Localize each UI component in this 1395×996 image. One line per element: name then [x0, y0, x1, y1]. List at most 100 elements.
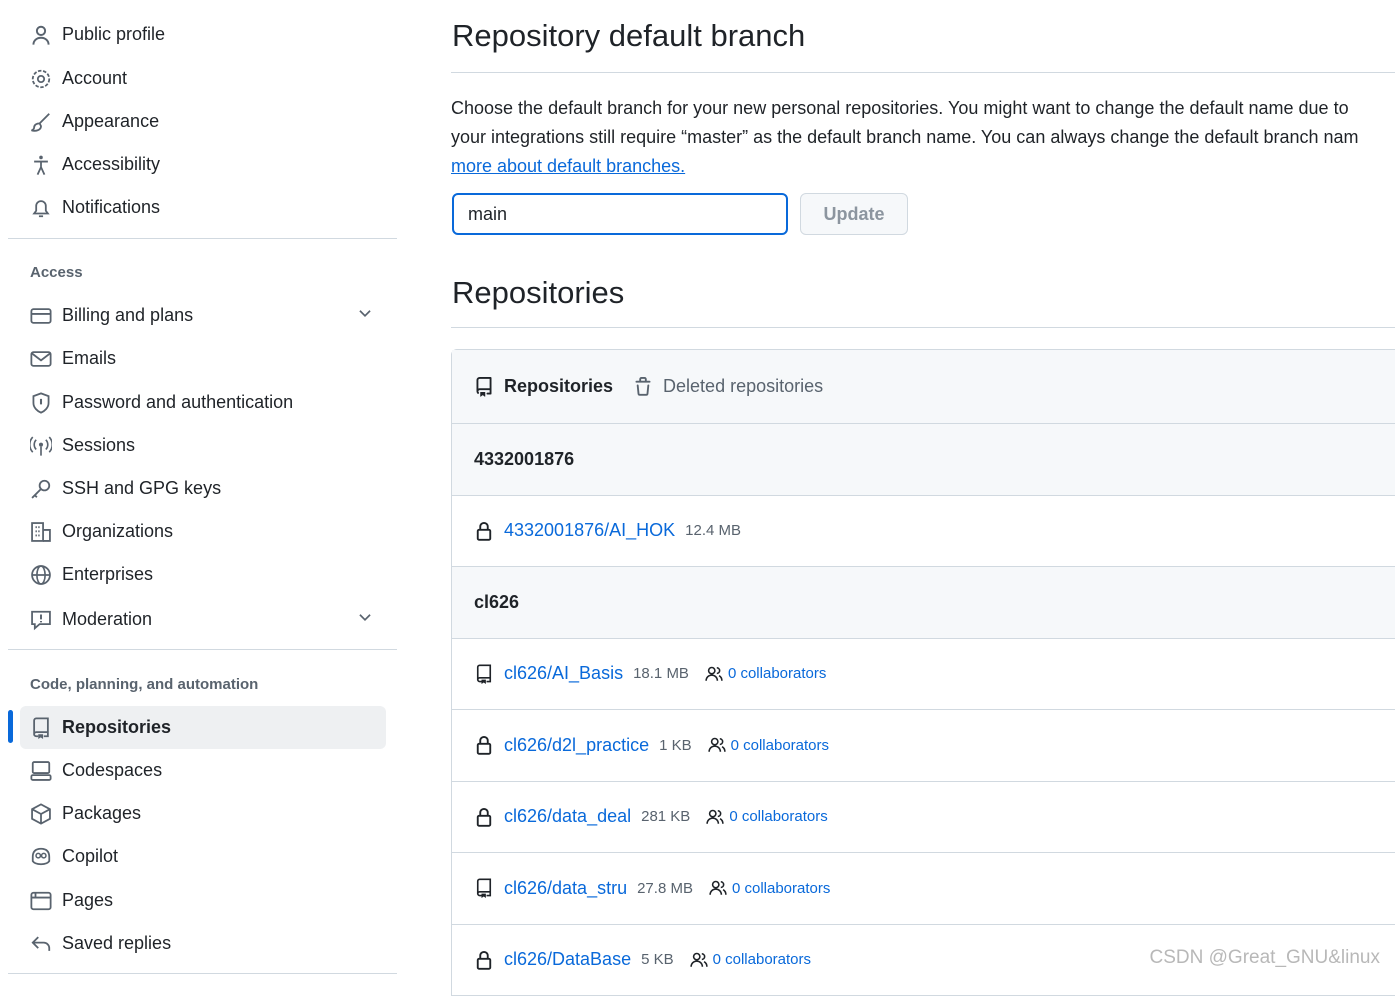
owner-name: cl626 — [474, 591, 520, 612]
description-line: your integrations still require “master”… — [451, 127, 1359, 147]
key-icon — [30, 478, 52, 500]
repository-row: cl626/data_stru 27.8 MB 0 collaborators — [452, 852, 1395, 924]
sidebar-item-label: Password and authentication — [62, 392, 294, 412]
watermark: CSDN @Great_GNU&linux — [1149, 947, 1380, 968]
collaborators-link[interactable]: 0 collaborators — [708, 879, 830, 897]
sidebar-item-password-and-authentication[interactable]: Password and authentication — [20, 381, 386, 424]
sidebar-item-billing-and-plans[interactable]: Billing and plans — [20, 294, 386, 337]
sidebar-item-saved-replies[interactable]: Saved replies — [20, 922, 386, 965]
owner-group-header: cl626 — [452, 566, 1395, 638]
sidebar-item-notifications[interactable]: Notifications — [20, 186, 386, 229]
repository-size: 27.8 MB — [637, 879, 693, 897]
repositories-box: Repositories Deleted repositories 433200… — [451, 349, 1395, 996]
default-branches-link[interactable]: more about default branches. — [451, 156, 685, 176]
default-branch-description: Choose the default branch for your new p… — [451, 94, 1359, 181]
broadcast-icon — [30, 435, 52, 457]
organization-icon — [30, 521, 52, 543]
shield-icon — [30, 391, 52, 414]
section-heading-code: Code, planning, and automation — [30, 676, 259, 693]
divider — [8, 649, 397, 650]
sidebar-item-label: Public profile — [62, 24, 166, 44]
chevron-down-icon[interactable] — [356, 608, 374, 631]
repositories-tabs: Repositories Deleted repositories — [452, 350, 1395, 423]
sidebar-item-label: Copilot — [62, 846, 119, 866]
sidebar-item-label: Enterprises — [62, 564, 154, 584]
repo-icon — [30, 716, 52, 739]
repository-size: 12.4 MB — [685, 522, 742, 540]
trash-icon — [635, 376, 651, 396]
sidebar-item-ssh-and-gpg-keys[interactable]: SSH and GPG keys — [20, 467, 386, 510]
accessibility-icon — [30, 154, 52, 176]
copilot-icon — [30, 846, 52, 868]
tab-deleted-repositories[interactable]: Deleted repositories — [633, 376, 823, 398]
person-icon — [30, 24, 52, 46]
sidebar-item-label: Pages — [62, 890, 114, 910]
people-icon — [709, 880, 727, 896]
lock-icon — [476, 807, 492, 827]
sidebar-item-label: Repositories — [62, 717, 172, 737]
sidebar-item-public-profile[interactable]: Public profile — [20, 13, 386, 56]
repository-link[interactable]: cl626/DataBase — [504, 949, 631, 970]
sidebar-item-codespaces[interactable]: Codespaces — [20, 749, 386, 792]
collaborators-count: 0 collaborators — [730, 736, 830, 754]
sidebar-item-label: Moderation — [62, 609, 153, 629]
repository-link[interactable]: cl626/d2l_practice — [504, 735, 649, 756]
description-line: Choose the default branch for your new p… — [451, 98, 1349, 118]
repository-size: 18.1 MB — [633, 665, 689, 683]
tab-repositories[interactable]: Repositories — [474, 376, 613, 398]
repository-row: 4332001876/AI_HOK 12.4 MB — [452, 494, 1395, 567]
package-icon — [30, 802, 52, 825]
people-icon — [689, 952, 708, 967]
page-title: Repository default branch — [452, 18, 806, 53]
sidebar-item-enterprises[interactable]: Enterprises — [20, 553, 386, 596]
sidebar-item-sessions[interactable]: Sessions — [20, 424, 386, 467]
lock-icon — [476, 521, 492, 541]
sidebar-item-account[interactable]: Account — [20, 57, 386, 100]
people-icon — [705, 666, 723, 681]
lock-icon — [476, 736, 492, 755]
repository-size: 281 KB — [641, 808, 691, 826]
repo-icon — [476, 878, 492, 899]
sidebar-item-packages[interactable]: Packages — [20, 792, 386, 835]
collaborators-count: 0 collaborators — [731, 879, 831, 897]
repository-link[interactable]: 4332001876/AI_HOK — [504, 520, 675, 541]
sidebar-item-accessibility[interactable]: Accessibility — [20, 143, 386, 186]
sidebar-item-appearance[interactable]: Appearance — [20, 100, 386, 143]
repository-row: cl626/data_deal 281 KB 0 collaborators — [452, 780, 1395, 853]
sidebar-item-copilot[interactable]: Copilot — [20, 835, 386, 878]
repository-size: 1 KB — [659, 736, 692, 754]
collaborators-link[interactable]: 0 collaborators — [707, 736, 829, 754]
sidebar-item-pages[interactable]: Pages — [20, 879, 386, 922]
divider — [8, 973, 397, 974]
sidebar-item-moderation[interactable]: Moderation — [20, 598, 386, 641]
repository-link[interactable]: cl626/data_deal — [504, 806, 631, 827]
browser-icon — [30, 890, 52, 912]
collaborators-link[interactable]: 0 collaborators — [704, 665, 826, 683]
sidebar-item-emails[interactable]: Emails — [20, 337, 386, 380]
sidebar-item-repositories[interactable]: Repositories — [20, 706, 386, 749]
repository-link[interactable]: cl626/data_stru — [504, 878, 627, 899]
selected-indicator — [8, 710, 13, 743]
owner-name: 4332001876 — [474, 448, 575, 469]
sidebar-item-label: SSH and GPG keys — [62, 478, 222, 498]
gear-icon — [30, 68, 52, 90]
divider — [451, 72, 1395, 73]
repository-row: cl626/d2l_practice 1 KB 0 collaborators — [452, 709, 1395, 781]
codespaces-icon — [30, 760, 52, 782]
divider — [451, 327, 1395, 328]
sidebar-item-label: Sessions — [62, 435, 136, 455]
update-button[interactable]: Update — [800, 193, 908, 235]
credit-card-icon — [30, 305, 52, 327]
lock-icon — [476, 950, 492, 970]
sidebar-item-label: Billing and plans — [62, 305, 194, 325]
repository-link[interactable]: cl626/AI_Basis — [504, 663, 623, 684]
sidebar-item-label: Account — [62, 68, 128, 88]
paintbrush-icon — [30, 111, 52, 133]
globe-icon — [30, 564, 52, 586]
collaborators-link[interactable]: 0 collaborators — [689, 951, 811, 969]
chevron-down-icon[interactable] — [356, 304, 374, 327]
sidebar-item-organizations[interactable]: Organizations — [20, 510, 386, 553]
reply-icon — [30, 933, 52, 955]
collaborators-link[interactable]: 0 collaborators — [705, 808, 828, 826]
default-branch-input[interactable] — [452, 193, 788, 235]
